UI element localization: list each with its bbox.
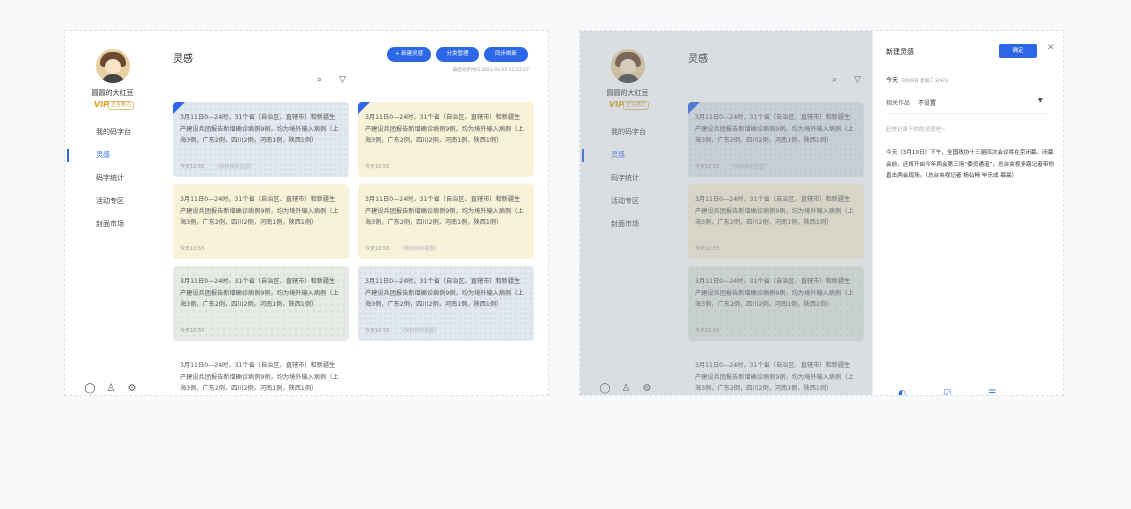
card-tag: 《我和我的祖国》 xyxy=(399,246,440,252)
filter-icon[interactable]: ▽ xyxy=(339,75,346,85)
date-line: 今天 3月09日 星期二 分923 xyxy=(886,75,948,84)
sidebar-item-writing-desk[interactable]: 我的码字台 xyxy=(65,121,155,144)
sidebar-bottom-icons: ◯ ♙ ⚙ xyxy=(84,376,147,395)
pin-icon xyxy=(173,102,185,114)
card-meta: 今天10:55 xyxy=(365,163,389,170)
inspiration-card[interactable]: 3月11日0—24时，31个省（自治区、直辖市）和新疆生产建设兵团报告新增确诊病… xyxy=(358,266,534,341)
chevron-down-icon[interactable]: ▼ xyxy=(1038,97,1043,104)
card-text: 3月11日0—24时，31个省（自治区、直辖市）和新疆生产建设兵团报告新增确诊病… xyxy=(180,196,339,226)
modal-overlay[interactable] xyxy=(580,31,872,395)
related-label: 相关作品 xyxy=(886,100,911,107)
avatar[interactable] xyxy=(96,49,130,83)
card-meta: 今天10:55 xyxy=(180,327,204,334)
new-inspiration-panel: 圆圆的大红豆 VIP 正在努力 我的码字台 灵感 码字统计 活动专区 封面市场 … xyxy=(579,30,1064,396)
main-content: 灵感 + 新建灵感 分类管理 同步刷新 最后同步时间 2021-03-05 12… xyxy=(161,31,548,395)
card-meta: 今天10:55 《我和我的祖国》 xyxy=(365,327,439,334)
new-inspiration-drawer: 新建灵感 确定 ✕ 今天 3月09日 星期二 分923 相关作品 不设置 ▼ 赶快记… xyxy=(872,31,1063,395)
editor-content[interactable]: 今天（3月10日）下午，全国政协十三届四次会议将在京闭幕。闭幕会前，还将开启今年… xyxy=(886,148,1054,183)
inspiration-list-panel: 圆圆的大红豆 VIP 正在努力 我的码字台 灵感 码字统计 活动专区 封面市场 … xyxy=(64,30,549,396)
editor-toolbar: ◐☑☰▣ xyxy=(896,381,1063,395)
related-work-selector[interactable]: 相关作品 不设置 xyxy=(886,98,936,107)
sidebar-item-cover-market[interactable]: 封面市场 xyxy=(65,213,155,236)
palette-icon[interactable]: ◐ xyxy=(896,389,908,395)
list-icon[interactable]: ☰ xyxy=(986,389,998,395)
card-text: 3月11日0—24时，31个省（自治区、直辖市）和新疆生产建设兵团报告新增确诊病… xyxy=(180,362,339,392)
checkbox-icon[interactable]: ☑ xyxy=(941,389,953,395)
sidebar: 圆圆的大红豆 VIP 正在努力 我的码字台 灵感 码字统计 活动专区 封面市场 … xyxy=(65,31,155,395)
card-time: 今天10:55 xyxy=(180,164,205,170)
new-inspiration-button[interactable]: + 新建灵感 xyxy=(387,47,431,62)
inspiration-card[interactable]: 3月11日0—24时，31个省（自治区、直辖市）和新疆生产建设兵团报告新增确诊病… xyxy=(173,350,349,395)
date-label: 今天 xyxy=(886,77,899,84)
card-meta: 今天10:55 《我和我的祖国》 xyxy=(180,163,254,170)
sidebar-item-inspiration[interactable]: 灵感 xyxy=(65,144,155,167)
card-time: 今天10:55 xyxy=(365,164,390,170)
card-tag: 《我和我的祖国》 xyxy=(399,328,440,334)
drawer-title: 新建灵感 xyxy=(886,48,914,56)
editor-placeholder: 赶快记录下你的灵感吧~ xyxy=(886,127,946,133)
card-text: 3月11日0—24时，31个省（自治区、直辖市）和新疆生产建设兵团报告新增确诊病… xyxy=(180,278,339,308)
page-title: 灵感 xyxy=(173,54,193,65)
card-text: 3月11日0—24时，31个省（自治区、直辖市）和新疆生产建设兵团报告新增确诊病… xyxy=(365,278,524,308)
inspiration-card[interactable]: 3月11日0—24时，31个省（自治区、直辖市）和新疆生产建设兵团报告新增确诊病… xyxy=(358,102,534,177)
vip-icon: VIP xyxy=(94,100,110,109)
card-time: 今天10:55 xyxy=(180,328,205,334)
shirt-icon[interactable]: ♙ xyxy=(105,383,117,395)
sidebar-item-activities[interactable]: 活动专区 xyxy=(65,190,155,213)
inspiration-card[interactable]: 3月11日0—24时，31个省（自治区、直辖市）和新疆生产建设兵团报告新增确诊病… xyxy=(173,102,349,177)
card-meta: 今天10:55 《我和我的祖国》 xyxy=(365,245,439,252)
related-value: 不设置 xyxy=(918,100,937,107)
settings-icon[interactable]: ⚙ xyxy=(126,383,138,395)
card-text: 3月11日0—24时，31个省（自治区、直辖市）和新疆生产建设兵团报告新增确诊病… xyxy=(365,114,524,144)
vip-status-badge: 正在努力 xyxy=(108,101,135,110)
sync-refresh-button[interactable]: 同步刷新 xyxy=(484,47,528,62)
inspiration-card[interactable]: 3月11日0—24时，31个省（自治区、直辖市）和新疆生产建设兵团报告新增确诊病… xyxy=(173,266,349,341)
sidebar-nav: 我的码字台 灵感 码字统计 活动专区 封面市场 xyxy=(65,121,155,236)
divider xyxy=(886,113,1050,114)
confirm-button[interactable]: 确定 xyxy=(999,44,1037,58)
card-text: 3月11日0—24时，31个省（自治区、直辖市）和新疆生产建设兵团报告新增确诊病… xyxy=(180,114,339,144)
close-icon[interactable]: ✕ xyxy=(1047,43,1055,53)
card-time: 今天10:55 xyxy=(365,246,390,252)
chat-icon[interactable]: ◯ xyxy=(84,383,96,395)
card-tag: 《我和我的祖国》 xyxy=(214,164,255,170)
card-text: 3月11日0—24时，31个省（自治区、直辖市）和新疆生产建设兵团报告新增确诊病… xyxy=(365,196,524,226)
inspiration-card[interactable]: 3月11日0—24时，31个省（自治区、直辖市）和新疆生产建设兵团报告新增确诊病… xyxy=(358,184,534,259)
username: 圆圆的大红豆 xyxy=(91,89,134,97)
card-meta: 今天10:55 xyxy=(180,245,204,252)
inspiration-card[interactable]: 3月11日0—24时，31个省（自治区、直辖市）和新疆生产建设兵团报告新增确诊病… xyxy=(173,184,349,259)
card-time: 今天10:55 xyxy=(180,246,205,252)
card-time: 今天10:55 xyxy=(365,328,390,334)
category-manage-button[interactable]: 分类管理 xyxy=(436,47,479,62)
date-sub: 3月09日 星期二 分923 xyxy=(901,79,949,84)
search-icon[interactable]: ⌕ xyxy=(317,75,322,85)
pin-icon xyxy=(358,102,370,114)
sidebar-item-writing-stats[interactable]: 码字统计 xyxy=(65,167,155,190)
sync-time: 最后同步时间 2021-03-05 12:23:27 xyxy=(452,68,529,73)
